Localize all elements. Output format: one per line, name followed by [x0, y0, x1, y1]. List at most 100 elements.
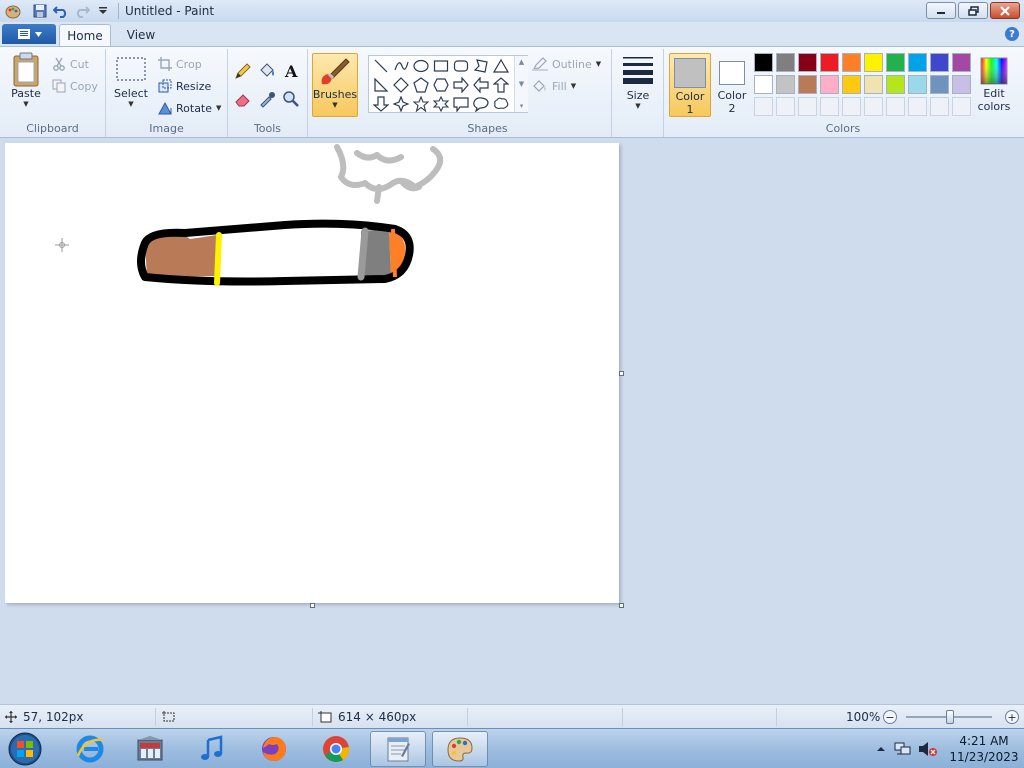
- pencil-tool[interactable]: [232, 61, 254, 81]
- custom-color-slot[interactable]: [930, 97, 949, 116]
- four-point-star-shape[interactable]: [392, 95, 410, 113]
- help-icon[interactable]: ?: [1005, 27, 1019, 41]
- edit-colors-button[interactable]: Edit colors: [974, 53, 1014, 117]
- restore-button[interactable]: [958, 2, 988, 19]
- outline-button[interactable]: Outline ▼: [532, 55, 601, 73]
- save-icon[interactable]: [31, 2, 49, 20]
- palette-color-swatch[interactable]: [952, 75, 971, 94]
- palette-color-swatch[interactable]: [754, 53, 773, 72]
- network-icon[interactable]: [894, 741, 912, 757]
- right-arrow-shape[interactable]: [452, 76, 470, 94]
- custom-color-slot[interactable]: [842, 97, 861, 116]
- palette-color-swatch[interactable]: [776, 53, 795, 72]
- canvas-resize-handle-corner[interactable]: [619, 603, 624, 608]
- paste-button[interactable]: Paste ▼: [6, 51, 46, 108]
- triangle-shape[interactable]: [492, 57, 510, 75]
- custom-color-slot[interactable]: [798, 97, 817, 116]
- taskbar-chrome[interactable]: [308, 731, 364, 767]
- rectangle-shape[interactable]: [432, 57, 450, 75]
- palette-color-swatch[interactable]: [798, 53, 817, 72]
- palette-color-swatch[interactable]: [908, 53, 927, 72]
- resize-button[interactable]: Resize: [158, 77, 211, 95]
- file-menu-button[interactable]: [2, 24, 56, 44]
- eraser-tool[interactable]: [232, 89, 254, 109]
- right-triangle-shape[interactable]: [372, 76, 390, 94]
- zoom-slider-thumb[interactable]: [946, 710, 954, 724]
- shapes-scrollbar[interactable]: ▲ ▼ ▾: [514, 56, 528, 112]
- five-point-star-shape[interactable]: [412, 95, 430, 113]
- gallery-more-icon[interactable]: ▾: [520, 102, 524, 110]
- custom-color-slot[interactable]: [776, 97, 795, 116]
- taskbar-clock[interactable]: 4:21 AM 11/23/2023: [944, 733, 1024, 765]
- fill-tool[interactable]: [256, 61, 278, 81]
- palette-color-swatch[interactable]: [930, 75, 949, 94]
- taskbar-notepad[interactable]: [370, 731, 426, 767]
- drawing-canvas[interactable]: [5, 143, 624, 608]
- palette-color-swatch[interactable]: [842, 75, 861, 94]
- crop-button[interactable]: Crop: [158, 55, 202, 73]
- custom-color-slot[interactable]: [908, 97, 927, 116]
- canvas-workspace[interactable]: [0, 138, 1024, 704]
- palette-color-swatch[interactable]: [820, 75, 839, 94]
- rect-callout-shape[interactable]: [452, 95, 470, 113]
- custom-color-slot[interactable]: [886, 97, 905, 116]
- palette-color-swatch[interactable]: [952, 53, 971, 72]
- left-arrow-shape[interactable]: [472, 76, 490, 94]
- zoom-out-button[interactable]: −: [883, 710, 897, 724]
- pentagon-shape[interactable]: [412, 76, 430, 94]
- copy-button[interactable]: Copy: [52, 77, 98, 95]
- customize-qat-icon[interactable]: [94, 2, 112, 20]
- canvas-resize-handle-right[interactable]: [619, 371, 624, 376]
- cut-button[interactable]: Cut: [52, 55, 89, 73]
- tab-home[interactable]: Home: [59, 24, 111, 46]
- magnifier-tool[interactable]: [280, 89, 302, 109]
- tab-view[interactable]: View: [118, 24, 164, 46]
- canvas-resize-handle-bottom[interactable]: [310, 603, 315, 608]
- zoom-in-button[interactable]: +: [1005, 710, 1019, 724]
- undo-icon[interactable]: [52, 2, 70, 20]
- down-arrow-shape[interactable]: [372, 95, 390, 113]
- close-button[interactable]: [990, 2, 1020, 19]
- minimize-button[interactable]: [926, 2, 956, 19]
- scroll-down-icon[interactable]: ▼: [519, 80, 524, 88]
- cloud-callout-shape[interactable]: [492, 95, 510, 113]
- curve-shape[interactable]: [392, 57, 410, 75]
- custom-color-slot[interactable]: [754, 97, 773, 116]
- custom-color-slot[interactable]: [952, 97, 971, 116]
- volume-muted-icon[interactable]: [918, 741, 938, 757]
- rounded-rectangle-shape[interactable]: [452, 57, 470, 75]
- palette-color-swatch[interactable]: [908, 75, 927, 94]
- size-button[interactable]: Size ▼: [616, 53, 660, 110]
- palette-color-swatch[interactable]: [776, 75, 795, 94]
- palette-color-swatch[interactable]: [864, 75, 883, 94]
- hexagon-shape[interactable]: [432, 76, 450, 94]
- palette-color-swatch[interactable]: [886, 53, 905, 72]
- brushes-button[interactable]: Brushes ▼: [312, 53, 358, 117]
- show-hidden-icons[interactable]: [876, 744, 886, 754]
- palette-color-swatch[interactable]: [820, 53, 839, 72]
- diamond-shape[interactable]: [392, 76, 410, 94]
- paint-app-icon[interactable]: [5, 3, 21, 19]
- oval-callout-shape[interactable]: [472, 95, 490, 113]
- oval-shape[interactable]: [412, 57, 430, 75]
- palette-color-swatch[interactable]: [930, 53, 949, 72]
- custom-color-slot[interactable]: [864, 97, 883, 116]
- taskbar-itunes[interactable]: [184, 731, 240, 767]
- scroll-up-icon[interactable]: ▲: [519, 58, 524, 66]
- palette-color-swatch[interactable]: [798, 75, 817, 94]
- taskbar-media-center[interactable]: [122, 731, 178, 767]
- up-arrow-shape[interactable]: [492, 76, 510, 94]
- line-shape[interactable]: [372, 57, 390, 75]
- palette-color-swatch[interactable]: [754, 75, 773, 94]
- text-tool[interactable]: A: [280, 61, 302, 81]
- palette-color-swatch[interactable]: [886, 75, 905, 94]
- taskbar-paint[interactable]: [432, 731, 488, 767]
- select-button[interactable]: Select ▼: [112, 55, 150, 108]
- palette-color-swatch[interactable]: [864, 53, 883, 72]
- color-picker-tool[interactable]: [256, 89, 278, 109]
- taskbar-firefox[interactable]: [246, 731, 302, 767]
- palette-color-swatch[interactable]: [842, 53, 861, 72]
- start-button[interactable]: [6, 731, 44, 767]
- color2-button[interactable]: Color 2: [712, 53, 752, 117]
- taskbar-internet-explorer[interactable]: [62, 731, 118, 767]
